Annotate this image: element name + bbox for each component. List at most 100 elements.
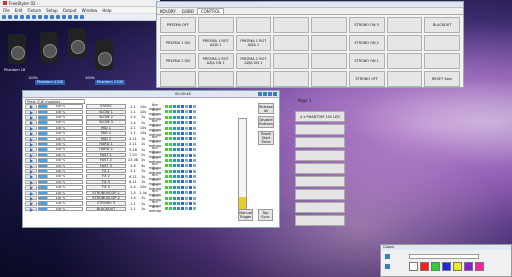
- toolbar-icon[interactable]: [62, 15, 66, 19]
- tab-gobo[interactable]: GOBO: [179, 9, 197, 14]
- cue-option-icon[interactable]: [177, 115, 180, 119]
- cue-option-icon[interactable]: [193, 105, 196, 108]
- page-button[interactable]: 4 x PHANTOM 150 LED: [295, 111, 345, 122]
- cue-option-icon[interactable]: [185, 158, 188, 162]
- cue-name[interactable]: MID 3: [86, 136, 126, 142]
- cue-option-icon[interactable]: [165, 121, 168, 125]
- control-button[interactable]: [273, 53, 309, 69]
- cue-option-icon[interactable]: [169, 148, 172, 152]
- cue-option-icon[interactable]: [173, 105, 176, 108]
- cue-option-icon[interactable]: [193, 180, 196, 184]
- cue-name[interactable]: FX 3: [86, 179, 126, 185]
- control-button[interactable]: [311, 53, 347, 69]
- page-button[interactable]: [295, 150, 345, 161]
- cue-option-icon[interactable]: [189, 137, 192, 141]
- cue-option-icon[interactable]: [181, 164, 184, 168]
- play-icon[interactable]: [25, 120, 37, 125]
- cue-option-icon[interactable]: [177, 105, 180, 108]
- cue-option-icon[interactable]: [181, 142, 184, 146]
- cue-option-icon[interactable]: [189, 196, 192, 200]
- cue-option-icon[interactable]: [165, 137, 168, 141]
- cue-option-icon[interactable]: [189, 164, 192, 168]
- cue-option-icon[interactable]: [177, 169, 180, 173]
- cue-option-icon[interactable]: [165, 164, 168, 168]
- cue-option-icon[interactable]: [169, 105, 172, 108]
- cue-intensity-bar[interactable]: 100 %: [38, 158, 83, 163]
- color-swatch[interactable]: [409, 262, 418, 271]
- cue-option-icon[interactable]: [181, 196, 184, 200]
- control-button[interactable]: [273, 71, 309, 87]
- cue-option-icon[interactable]: [177, 164, 180, 168]
- window-icon[interactable]: [258, 92, 262, 96]
- cue-module-select[interactable]: Prest CUE modules: [25, 98, 85, 104]
- cue-option-icon[interactable]: [177, 148, 180, 152]
- cue-option-icon[interactable]: [173, 153, 176, 157]
- cue-option-icon[interactable]: [173, 148, 176, 152]
- cue-intensity-bar[interactable]: 100 %: [38, 179, 83, 185]
- menu-output[interactable]: Output: [63, 8, 77, 13]
- cue-option-icon[interactable]: [165, 110, 168, 114]
- play-icon[interactable]: [25, 152, 37, 158]
- cue-option-icon[interactable]: [193, 153, 196, 157]
- cue-option-icon[interactable]: [169, 137, 172, 141]
- menu-edit[interactable]: Edit: [15, 8, 23, 13]
- cue-name[interactable]: FX 2: [86, 174, 126, 179]
- cue-option-icon[interactable]: [165, 191, 168, 195]
- play-icon[interactable]: [25, 158, 37, 163]
- page-button[interactable]: [295, 176, 345, 187]
- toolbar-icon[interactable]: [44, 15, 48, 19]
- cue-intensity-bar[interactable]: 100 %: [38, 115, 83, 120]
- color-swatch[interactable]: [464, 262, 473, 271]
- play-icon[interactable]: [25, 131, 37, 136]
- cue-option-icon[interactable]: [165, 169, 168, 173]
- cue-intensity-bar[interactable]: 100 %: [38, 195, 83, 201]
- toolbar-icon[interactable]: [14, 15, 18, 19]
- cue-option-icon[interactable]: [193, 110, 196, 114]
- release-all-button[interactable]: Release All: [258, 103, 274, 114]
- cue-option-icon[interactable]: [169, 115, 172, 119]
- control-button[interactable]: [386, 71, 423, 87]
- cue-name[interactable]: FAST 3: [86, 163, 126, 169]
- cue-intensity-bar[interactable]: 100 %: [38, 147, 83, 152]
- cue-option-icon[interactable]: [185, 121, 188, 125]
- cue-intensity-bar[interactable]: 100 %: [38, 190, 83, 195]
- cue-option-icon[interactable]: [193, 121, 196, 125]
- control-button[interactable]: [424, 53, 460, 69]
- cue-option-icon[interactable]: [177, 126, 180, 130]
- page-button[interactable]: [295, 163, 345, 174]
- cue-option-icon[interactable]: [181, 180, 184, 184]
- cue-option-icon[interactable]: [185, 180, 188, 184]
- play-icon[interactable]: [25, 141, 37, 147]
- cue-option-icon[interactable]: [189, 148, 192, 152]
- cue-option-icon[interactable]: [189, 105, 192, 108]
- cue-option-icon[interactable]: [177, 131, 180, 135]
- cue-window-titlebar[interactable]: 00:00:46: [23, 91, 279, 98]
- cue-option-icon[interactable]: [185, 110, 188, 114]
- cue-option-icon[interactable]: [165, 202, 168, 206]
- cue-intensity-bar[interactable]: 100 %: [38, 152, 83, 158]
- cue-intensity-bar[interactable]: 100 %: [38, 136, 83, 142]
- cue-option-icon[interactable]: [165, 105, 168, 108]
- cue-option-icon[interactable]: [181, 207, 184, 211]
- play-icon[interactable]: [25, 136, 37, 142]
- cue-option-icon[interactable]: [173, 180, 176, 184]
- cue-option-icon[interactable]: [173, 131, 176, 135]
- control-button[interactable]: PRYZMA 1 ROT AZJA 1: [235, 35, 272, 51]
- fixture-phantom-icon[interactable]: [95, 40, 113, 70]
- cue-option-icon[interactable]: [189, 142, 192, 146]
- cue-option-icon[interactable]: [181, 169, 184, 173]
- toolbar-icon[interactable]: [56, 15, 60, 19]
- cue-option-icon[interactable]: [165, 126, 168, 130]
- cue-option-icon[interactable]: [169, 158, 172, 162]
- cue-option-icon[interactable]: [177, 158, 180, 162]
- cue-intensity-bar[interactable]: 100 %: [38, 206, 83, 212]
- cue-option-icon[interactable]: [169, 169, 172, 173]
- cue-name[interactable]: STROBO 3: [86, 201, 126, 206]
- cue-option-icon[interactable]: [193, 115, 196, 119]
- cue-option-icon[interactable]: [165, 158, 168, 162]
- control-button[interactable]: [235, 17, 272, 33]
- fixture-phantom-icon[interactable]: [40, 32, 58, 62]
- control-button[interactable]: STROBO ON 3: [348, 17, 385, 33]
- cue-option-icon[interactable]: [173, 164, 176, 168]
- control-button[interactable]: PRYZMA 2 ROT AZJA ON 1: [235, 53, 272, 69]
